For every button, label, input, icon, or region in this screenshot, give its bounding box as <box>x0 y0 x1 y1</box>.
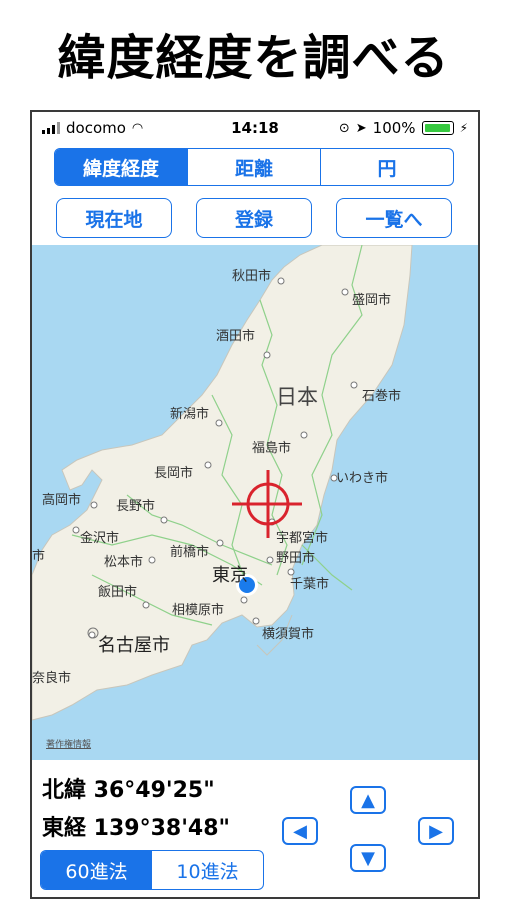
city-label: 横須賀市 <box>262 627 315 642</box>
mode-sexagesimal[interactable]: 60進法 <box>41 851 152 889</box>
location-arrow-icon: ➤ <box>355 120 367 136</box>
tab-distance[interactable]: 距離 <box>187 149 320 185</box>
tool-segmented-control: 緯度経度 距離 円 <box>54 148 454 186</box>
arrow-left-icon: ◀ <box>293 820 307 842</box>
city-label: 金沢市 <box>80 531 120 546</box>
tab-latlong[interactable]: 緯度経度 <box>55 149 187 185</box>
city-label: 市 <box>32 549 46 564</box>
city-label: 石巻市 <box>362 389 402 404</box>
orientation-lock-icon: ⊙ <box>338 120 350 136</box>
register-button[interactable]: 登録 <box>196 198 312 238</box>
arrow-up-icon: ▲ <box>361 789 375 811</box>
arrow-right-icon: ▶ <box>429 820 443 842</box>
map-country-label: 日本 <box>276 385 318 409</box>
page-headline: 緯度経度を調べる <box>57 30 450 86</box>
battery-icon <box>421 121 454 135</box>
arrow-right-button[interactable]: ▶ <box>418 817 454 845</box>
copyright-link[interactable]: 著作権情報 <box>46 737 91 750</box>
mode-decimal[interactable]: 10進法 <box>152 851 263 889</box>
map-land-shape <box>32 245 413 721</box>
city-label: 秋田市 <box>232 269 272 284</box>
city-label: 盛岡市 <box>352 293 392 308</box>
city-label: 酒田市 <box>216 329 256 344</box>
current-location-button[interactable]: 現在地 <box>56 198 172 238</box>
city-label: 相模原市 <box>172 603 225 618</box>
charging-icon: ⚡ <box>459 121 468 135</box>
city-label: 飯田市 <box>98 585 138 600</box>
city-label: 千葉市 <box>290 577 330 592</box>
city-label: 新潟市 <box>170 407 210 422</box>
latitude-readout: 北緯 36°49'25" <box>42 778 215 803</box>
city-label: 高岡市 <box>42 493 82 508</box>
notation-segmented-control: 60進法 10進法 <box>40 850 264 890</box>
arrow-down-icon: ▼ <box>361 847 375 869</box>
city-label: いわき市 <box>336 471 389 486</box>
arrow-down-button[interactable]: ▼ <box>350 844 386 872</box>
tab-circle[interactable]: 円 <box>320 149 453 185</box>
city-label: 福島市 <box>252 441 292 456</box>
status-bar: docomo ◠ 14:18 ⊙ ➤ 100% ⚡ <box>32 112 478 142</box>
city-label: 名古屋市 <box>98 635 170 656</box>
longitude-readout: 東経 139°38'48" <box>42 816 231 841</box>
arrow-left-button[interactable]: ◀ <box>282 817 318 845</box>
city-label: 長野市 <box>116 499 156 514</box>
city-label: 長岡市 <box>154 466 194 481</box>
city-label-tokyo: 東京 <box>212 565 248 586</box>
phone-screen: docomo ◠ 14:18 ⊙ ➤ 100% ⚡ 緯度経度 距離 円 現在地 … <box>30 110 480 899</box>
city-label: 宇都宮市 <box>276 531 329 546</box>
city-label: 松本市 <box>104 555 144 570</box>
map-view[interactable]: 日本 秋田市 盛岡市 酒田市 石巻市 新潟市 福島市 長岡市 いわき市 高岡市 … <box>32 245 478 760</box>
arrow-up-button[interactable]: ▲ <box>350 786 386 814</box>
battery-percent: 100% <box>372 119 416 137</box>
list-button[interactable]: 一覧へ <box>336 198 452 238</box>
city-label: 前橋市 <box>170 545 210 560</box>
city-label: 野田市 <box>276 551 316 566</box>
city-label: 奈良市 <box>32 671 72 686</box>
